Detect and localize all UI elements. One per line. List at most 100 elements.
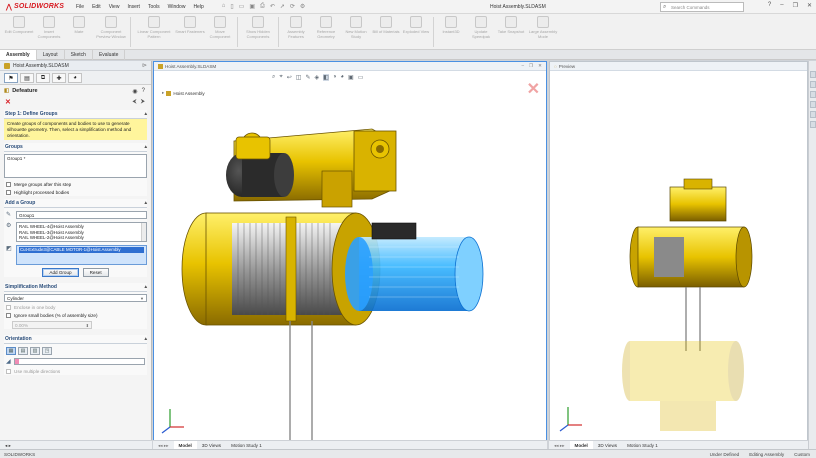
close-icon[interactable]: ✕ (807, 2, 812, 9)
smart-fasteners-button[interactable]: Smart Fasteners (175, 14, 205, 50)
rebuild-icon[interactable]: ⟳ (290, 3, 295, 10)
menu-file[interactable]: File (76, 4, 84, 10)
linear-pattern-button[interactable]: Linear Component Pattern (133, 14, 175, 50)
mate-button[interactable]: Mate (64, 14, 94, 50)
menu-edit[interactable]: Edit (92, 4, 101, 10)
collapse-icon[interactable]: ▴ (144, 284, 147, 290)
property-manager-tab-icon[interactable]: ▤ (20, 73, 34, 83)
large-assembly-mode-button[interactable]: Large Assembly Mode (526, 14, 560, 50)
tab-assembly[interactable]: Assembly (0, 50, 37, 60)
tab-evaluate[interactable]: Evaluate (93, 50, 126, 60)
orientation-right-icon[interactable]: ▥ (30, 347, 40, 356)
status-units[interactable]: Custom (794, 452, 810, 457)
feature-manager-tab-icon[interactable]: ⚑ (4, 73, 18, 83)
menu-insert[interactable]: Insert (127, 4, 140, 10)
undo-icon[interactable]: ↶ (270, 3, 275, 10)
orientation-front-icon[interactable]: ▦ (6, 347, 16, 356)
preview-window[interactable]: ◌ Preview (549, 61, 808, 449)
assembly-features-button[interactable]: Assembly Features (281, 14, 311, 50)
instant3d-button[interactable]: Instant3D (436, 14, 466, 50)
menu-view[interactable]: View (109, 4, 120, 10)
close-icon[interactable]: ✕ (538, 63, 542, 69)
list-item[interactable]: Group1 * (7, 156, 144, 161)
groups-section-header[interactable]: Groups ▴ (4, 143, 147, 153)
new-motion-study-button[interactable]: New Motion Study (341, 14, 371, 50)
dimxpert-tab-icon[interactable]: ✚ (52, 73, 66, 83)
search-commands-input[interactable]: ⌕ Search Commands (660, 2, 744, 12)
direction-selection-box[interactable] (13, 358, 145, 366)
checkbox-box[interactable] (6, 312, 11, 318)
highlight-bodies-checkbox[interactable]: Highlight processed bodies (4, 188, 147, 196)
update-speedpak-button[interactable]: Update Speedpak (466, 14, 496, 50)
add-group-section-header[interactable]: Add a Group ▴ (4, 199, 147, 209)
bill-of-materials-button[interactable]: Bill of Materials (371, 14, 401, 50)
display-manager-tab-icon[interactable]: ◕ (68, 73, 82, 83)
reference-geometry-button[interactable]: Reference Geometry (311, 14, 341, 50)
step-section-header[interactable]: Step 1: Define Groups ▴ (4, 110, 147, 119)
select-icon[interactable]: ➚ (280, 3, 285, 10)
menu-window[interactable]: Window (168, 4, 186, 10)
groups-list[interactable]: Group1 * (4, 154, 147, 179)
collapse-icon[interactable]: ▴ (144, 111, 147, 117)
back-arrow-icon[interactable]: ⮜ (132, 99, 136, 106)
save-icon[interactable]: ▣ (249, 3, 255, 10)
graphics-viewport[interactable]: Hoist Assembly.SLDASM – ❐ ✕ ⌕ ⌖ ↩ ◫ ✎ ◈ … (153, 61, 547, 449)
restore-icon[interactable]: ❐ (529, 63, 533, 69)
help-icon[interactable]: ? (142, 88, 145, 95)
reset-button[interactable]: Reset (82, 268, 109, 278)
app-logo[interactable]: ⋀ SOLIDWORKS (0, 0, 64, 14)
design-library-icon[interactable] (809, 81, 816, 88)
move-component-button[interactable]: Move Component (205, 14, 235, 50)
open-file-icon[interactable]: ▭ (239, 3, 245, 10)
list-item[interactable]: Cut-Extrude3@CABLE MOTOR-1@Hoist Assembl… (19, 247, 144, 253)
appearances-icon[interactable] (809, 111, 816, 118)
merge-groups-checkbox[interactable]: Merge groups after this step (4, 180, 147, 188)
multiple-directions-checkbox[interactable]: Use multiple directions (4, 367, 147, 375)
next-arrow-icon[interactable]: ⮞ (141, 99, 145, 106)
add-group-button[interactable]: Add Group (42, 268, 79, 278)
checkbox-box[interactable] (6, 304, 11, 310)
minimize-icon[interactable]: – (521, 63, 524, 69)
configuration-manager-tab-icon[interactable]: ⧉ (36, 73, 50, 83)
collapse-icon[interactable]: ▴ (144, 336, 147, 342)
percent-size-input[interactable]: 0.00% ⬍ (12, 321, 92, 330)
collapse-icon[interactable]: ▴ (144, 144, 147, 150)
ignore-small-bodies-checkbox[interactable]: Ignore small bodies (% of assembly size) (4, 311, 147, 319)
exploded-view-button[interactable]: Exploded View (401, 14, 431, 50)
menu-help[interactable]: Help (193, 4, 203, 10)
enclose-one-body-checkbox[interactable]: Enclose in one body (4, 303, 147, 311)
view-palette-icon[interactable] (809, 101, 816, 108)
components-list[interactable]: RAIL WHEEL-4@Hoist Assembly RAIL WHEEL-3… (16, 222, 147, 243)
edit-component-button[interactable]: Edit Component (4, 14, 34, 50)
tab-sketch[interactable]: Sketch (65, 50, 93, 60)
detailed-preview-icon[interactable]: ◉ (132, 88, 137, 95)
resources-icon[interactable] (809, 71, 816, 78)
collapse-icon[interactable]: ▴ (144, 200, 147, 206)
file-explorer-icon[interactable] (809, 91, 816, 98)
insert-components-button[interactable]: Insert Components (34, 14, 64, 50)
component-preview-button[interactable]: Component Preview Window (94, 14, 128, 50)
options-gear-icon[interactable]: ⚙ (300, 3, 305, 10)
list-scrollbar[interactable] (141, 223, 146, 242)
minimize-icon[interactable]: – (780, 2, 783, 9)
new-file-icon[interactable]: ▯ (230, 3, 233, 10)
simplification-method-select[interactable]: Cylinder ▼ (4, 294, 147, 303)
group-name-input[interactable]: Group1 (16, 211, 147, 220)
show-hidden-components-button[interactable]: Show Hidden Components (240, 14, 276, 50)
checkbox-box[interactable] (6, 368, 11, 374)
checkbox-box[interactable] (6, 181, 11, 187)
list-item[interactable]: RAIL WHEEL-2@Hoist Assembly (19, 235, 144, 240)
simplification-section-header[interactable]: Simplification Method ▴ (4, 283, 147, 293)
menu-tools[interactable]: Tools (148, 4, 160, 10)
print-icon[interactable]: ⎙ (260, 3, 265, 10)
custom-properties-icon[interactable] (809, 121, 816, 128)
restore-icon[interactable]: ❐ (793, 2, 798, 9)
orientation-top-icon[interactable]: ▤ (18, 347, 28, 356)
help-icon[interactable]: ? (768, 2, 771, 9)
tab-layout[interactable]: Layout (37, 50, 65, 60)
bodies-list[interactable]: Cut-Extrude3@CABLE MOTOR-1@Hoist Assembl… (16, 245, 147, 266)
cancel-icon[interactable]: ✕ (5, 98, 11, 106)
checkbox-box[interactable] (6, 189, 11, 195)
orientation-custom-icon[interactable]: ◳ (42, 347, 52, 356)
pin-icon[interactable]: ⊳ (142, 62, 147, 69)
